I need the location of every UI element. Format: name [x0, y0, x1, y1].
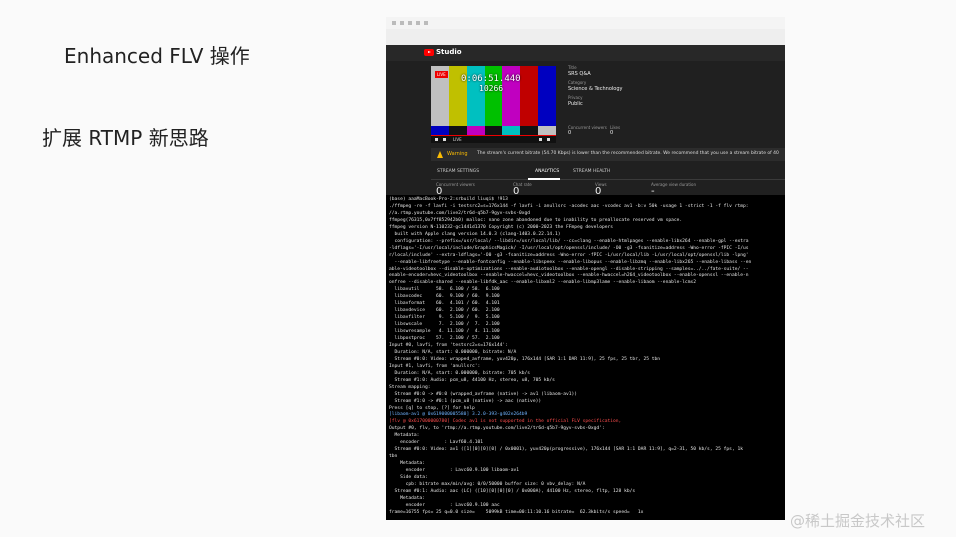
studio-label: Studio: [436, 48, 462, 56]
terminal-line: Duration: N/A, start: 0.000000, bitrate:…: [389, 349, 517, 355]
terminal-line: built with Apple clang version 14.0.3 (c…: [389, 231, 561, 237]
title-value: SRS Q&A: [568, 71, 591, 77]
toolbar-icon[interactable]: [392, 21, 396, 25]
stream-metadata: Title SRS Q&A Category Science & Technol…: [568, 65, 768, 110]
terminal-window[interactable]: (base) aaaMacBook-Pro-2:srbuild liuqi$ !…: [386, 195, 785, 520]
terminal-line: Stream #0:0: Video: av1 ([1][0][0][0] / …: [389, 447, 744, 453]
active-tab-indicator: [528, 178, 560, 180]
youtube-studio-panel: Studio LIVE 0:06:51.440 10266 LIVE Title…: [386, 17, 785, 197]
terminal-line: r/local/include' --extra-ldflags='-O0 -g…: [389, 252, 749, 258]
video-timestamp: 0:06:51.440: [461, 74, 521, 84]
terminal-line: [libaom-av1 @ 0x619000005580] 3.2.0-393-…: [389, 412, 528, 418]
terminal-line: Stream #1:0 -> #0:1 (pcm_u8 (native) -> …: [389, 398, 542, 404]
terminal-line: Stream #0:0 -> #0:0 (wrapped_avframe (na…: [389, 391, 578, 397]
terminal-line: --enable-libfreetype --enable-fontconfig…: [389, 259, 752, 265]
live-badge: LIVE: [435, 71, 448, 78]
terminal-line: libpostproc 57. 2.100 / 57. 2.100: [389, 336, 500, 341]
video-preview[interactable]: LIVE 0:06:51.440 10266 LIVE: [431, 66, 556, 143]
fullscreen-icon[interactable]: [547, 138, 550, 141]
terminal-line: libavformat 60. 4.101 / 60. 4.101: [389, 301, 500, 307]
warning-label: Warning: [447, 151, 468, 157]
terminal-line: Side data:: [389, 475, 428, 480]
color-bar: [520, 66, 539, 126]
tab-stream-health[interactable]: STREAM HEALTH: [573, 169, 610, 174]
tab-analytics[interactable]: ANALYTICS: [535, 169, 559, 174]
terminal-line: Duration: N/A, start: 0.000000, bitrate:…: [389, 370, 531, 376]
terminal-line: Stream #0:0: Video: wrapped_avframe, yuv…: [389, 356, 661, 362]
terminal-line: -ldflags='-I/usr/local/include/GraphicsM…: [389, 245, 749, 251]
terminal-line: //a.rtmp.youtube.com/live2/tr6d-q5b7-9gy…: [389, 210, 531, 216]
terminal-line: ./ffmpeg -re -f lavfi -i testsrc2=s=176x…: [389, 203, 749, 209]
studio-tabs: STREAM SETTINGS ANALYTICS STREAM HEALTH: [431, 165, 785, 180]
tab-stream-settings[interactable]: STREAM SETTINGS: [437, 169, 479, 174]
settings-icon[interactable]: [539, 138, 542, 141]
youtube-logo-icon[interactable]: [424, 49, 434, 56]
volume-icon[interactable]: [443, 138, 446, 141]
terminal-line: libswresample 4. 11.100 / 4. 11.100: [389, 329, 500, 335]
terminal-line: enable-encoder=hevc_videotoolbox --enabl…: [389, 273, 749, 279]
stat-label: Average view duration: [651, 182, 697, 187]
terminal-line: Stream mapping:: [389, 384, 431, 390]
terminal-line: Stream #0:1: Audio: aac (LC) ([10][0][0]…: [389, 488, 636, 494]
toolbar-icon[interactable]: [408, 21, 412, 25]
likes-value: 0: [610, 130, 614, 136]
live-indicator[interactable]: LIVE: [453, 137, 462, 142]
terminal-line: tbn: [389, 454, 398, 460]
terminal-line: encoder : Lavc60.9.100 aac: [389, 502, 500, 508]
terminal-line: Input #1, lavfi, from 'anullsrc':: [389, 363, 481, 369]
studio-content: Studio LIVE 0:06:51.440 10266 LIVE Title…: [386, 45, 785, 197]
viewers-value: 0: [568, 130, 572, 136]
privacy-value: Public: [568, 101, 583, 107]
slide-subtitle: 扩展 RTMP 新思路: [42, 126, 209, 150]
terminal-line: Metadata:: [389, 433, 420, 439]
terminal-line: Metadata:: [389, 495, 425, 501]
terminal-line: frame=16755 fps= 25 q=0.0 size= 5099kB t…: [389, 509, 644, 515]
terminal-line: Press [q] to stop, [?] for help: [389, 405, 475, 411]
viewers-label: Concurrent viewers: [568, 125, 607, 130]
terminal-line: Metadata:: [389, 461, 425, 467]
slide-title: Enhanced FLV 操作: [64, 44, 250, 68]
watermark: @稀土掘金技术社区: [790, 512, 926, 530]
terminal-line: configuration: --prefix=/usr/local/ --li…: [389, 238, 749, 244]
terminal-line: (base) aaaMacBook-Pro-2:srbuild liuqi$ !…: [389, 197, 508, 202]
color-bar: [538, 66, 556, 126]
toolbar-icon[interactable]: [424, 21, 428, 25]
bitrate-warning: Warning The stream's current bitrate (54…: [431, 148, 785, 161]
terminal-line: libavcodec 60. 9.100 / 60. 9.100: [389, 294, 500, 300]
studio-header: Studio: [386, 45, 785, 61]
terminal-line: libswscale 7. 2.100 / 7. 2.100: [389, 322, 500, 328]
pause-icon[interactable]: [435, 138, 438, 141]
video-controls: [431, 136, 556, 143]
terminal-line: libavfilter 9. 5.100 / 9. 5.100: [389, 315, 500, 321]
terminal-line: [flv @ 0x617000000780] Codec av1 is not …: [389, 419, 622, 425]
terminal-line: Output #0, flv, to 'rtmp://a.rtmp.youtub…: [389, 426, 605, 432]
category-value: Science & Technology: [568, 86, 623, 92]
terminal-line: Stream #1:0: Audio: pcm_u8, 44100 Hz, st…: [389, 377, 555, 383]
analytics-stats: Concurrent viewers 0 Chat rate 0 Views 0…: [431, 182, 785, 197]
warning-text: The stream's current bitrate (54.70 Kbps…: [477, 151, 779, 156]
terminal-line: ffmpeg(76315,0x7ff852942b0) malloc: nano…: [389, 217, 683, 223]
video-frame-counter: 10266: [479, 84, 504, 93]
terminal-line: libavutil 58. 6.100 / 58. 6.100: [389, 287, 500, 293]
terminal-line: encoder : Lavc60.9.100 libaom-av1: [389, 468, 519, 474]
terminal-line: libavdevice 60. 2.100 / 60. 2.100: [389, 308, 500, 314]
slide: Enhanced FLV 操作 扩展 RTMP 新思路 Studio LIVE …: [0, 0, 956, 537]
toolbar-icon[interactable]: [400, 21, 404, 25]
terminal-line: ffmpeg version N-110232-gc1441d1370 Copy…: [389, 224, 614, 230]
terminal-line: able-videotoolbox --disable-optimization…: [389, 266, 749, 272]
terminal-line: encoder : Lavf60.4.101: [389, 440, 484, 446]
terminal-line: Input #0, lavfi, from 'testsrc2=s=176x14…: [389, 342, 508, 348]
toolbar-icon[interactable]: [416, 21, 420, 25]
terminal-line: onfree --disable-shared --enable-libfdk_…: [389, 280, 696, 286]
terminal-line: cpb: bitrate max/min/avg: 0/0/50000 buff…: [389, 481, 586, 487]
stream-counters: Concurrent viewers 0 Likes 0: [568, 125, 768, 141]
warning-icon: [437, 151, 443, 158]
browser-toolbar: [386, 17, 785, 29]
